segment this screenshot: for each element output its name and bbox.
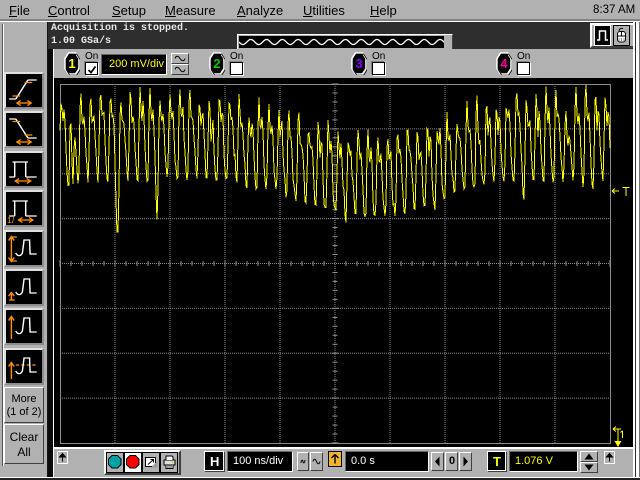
svg-text:2: 2 (213, 56, 220, 71)
svg-text:1: 1 (68, 56, 75, 71)
svg-text:3: 3 (355, 56, 362, 71)
svg-text:4: 4 (500, 56, 508, 71)
svg-text:1/: 1/ (7, 215, 15, 224)
